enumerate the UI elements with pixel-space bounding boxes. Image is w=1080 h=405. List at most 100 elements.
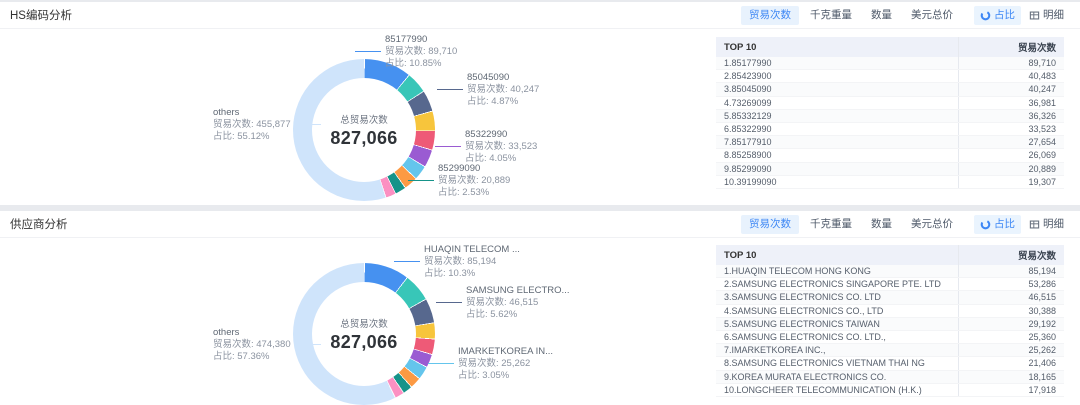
table-row[interactable]: 7.8517791027,654 (716, 136, 1064, 149)
table-row[interactable]: 9.KOREA MURATA ELECTRONICS CO.18,165 (716, 371, 1064, 384)
row-label: 5.SAMSUNG ELECTRONICS TAIWAN (716, 318, 958, 330)
row-value: 26,069 (958, 149, 1064, 161)
row-label: 7.85177910 (716, 136, 958, 148)
table-row[interactable]: 7.IMARKETKOREA INC.,25,262 (716, 344, 1064, 357)
section-title: HS编码分析 (10, 7, 72, 23)
donut-center-value: 827,066 (330, 332, 397, 353)
callout-text: 占比: 3.05% (458, 370, 553, 382)
metric-button-trade-count[interactable]: 贸易次数 (741, 215, 799, 234)
row-value: 25,262 (958, 344, 1064, 356)
row-label: 8.SAMSUNG ELECTRONICS VIETNAM THAI NG (716, 357, 958, 369)
row-label: 4.SAMSUNG ELECTRONICS CO., LTD (716, 305, 958, 317)
pie-view-button[interactable]: 占比 (974, 215, 1021, 234)
metric-button-quantity[interactable]: 数量 (863, 215, 900, 234)
slice-callout: 85322990贸易次数: 33,523占比: 4.05% (465, 129, 537, 165)
metric-button-usd-total[interactable]: 美元总价 (903, 6, 961, 25)
slice-callout: SAMSUNG ELECTRO...贸易次数: 46,515占比: 5.62% (466, 285, 569, 321)
table-row[interactable]: 3.8504509040,247 (716, 83, 1064, 96)
table-row[interactable]: 3.SAMSUNG ELECTRONICS CO. LTD46,515 (716, 291, 1064, 304)
callout-text: 占比: 10.85% (385, 58, 457, 70)
table-header-metric: 贸易次数 (958, 37, 1064, 57)
row-value: 33,523 (958, 123, 1064, 135)
row-value: 25,360 (958, 331, 1064, 343)
table-row[interactable]: 10.3919909019,307 (716, 176, 1064, 189)
row-value: 40,483 (958, 70, 1064, 82)
card-header: 供应商分析 贸易次数 千克重量 数量 美元总价 占比 明细 (0, 211, 1080, 238)
donut-chart[interactable]: 总贸易次数 827,066 (293, 263, 435, 405)
callout-text: 85177990 (385, 34, 457, 46)
row-value: 30,388 (958, 305, 1064, 317)
row-label: 9.85299090 (716, 163, 958, 175)
table-header-rank: TOP 10 (716, 250, 958, 261)
top10-table: TOP 10 贸易次数 1.HUAQIN TELECOM HONG KONG85… (716, 245, 1064, 397)
donut-center: 总贸易次数 827,066 (312, 78, 416, 182)
row-value: 29,192 (958, 318, 1064, 330)
callout-text: 贸易次数: 25,262 (458, 358, 553, 370)
detail-view-button[interactable]: 明细 (1023, 6, 1070, 25)
view-toggle-group: 占比 明细 (974, 6, 1070, 25)
table-row[interactable]: 4.7326909936,981 (716, 97, 1064, 110)
detail-view-button[interactable]: 明细 (1023, 215, 1070, 234)
metric-button-trade-count[interactable]: 贸易次数 (741, 6, 799, 25)
donut-center-label: 总贸易次数 (340, 112, 388, 126)
card-header: HS编码分析 贸易次数 千克重量 数量 美元总价 占比 明细 (0, 2, 1080, 29)
table-header: TOP 10 贸易次数 (716, 245, 1064, 265)
top10-table: TOP 10 贸易次数 1.8517799089,7102.8542390040… (716, 37, 1064, 189)
callout-leader-line (428, 363, 454, 364)
callout-leader-line (394, 261, 420, 262)
metric-button-quantity[interactable]: 数量 (863, 6, 900, 25)
row-label: 3.SAMSUNG ELECTRONICS CO. LTD (716, 291, 958, 303)
callout-leader-line (437, 89, 463, 90)
table-row[interactable]: 5.SAMSUNG ELECTRONICS TAIWAN29,192 (716, 318, 1064, 331)
callout-text: others (213, 107, 291, 119)
supplier-analysis-card: 供应商分析 贸易次数 千克重量 数量 美元总价 占比 明细 (0, 211, 1080, 405)
row-value: 36,981 (958, 97, 1064, 109)
metric-button-kg-weight[interactable]: 千克重量 (802, 215, 860, 234)
callout-text: 贸易次数: 40,247 (467, 84, 539, 96)
table-header: TOP 10 贸易次数 (716, 37, 1064, 57)
row-value: 20,889 (958, 163, 1064, 175)
table-row[interactable]: 1.HUAQIN TELECOM HONG KONG85,194 (716, 265, 1064, 278)
row-value: 17,918 (958, 384, 1064, 396)
table-rows: 1.8517799089,7102.8542390040,4833.850450… (716, 57, 1064, 189)
row-value: 85,194 (958, 265, 1064, 277)
callout-text: 占比: 4.87% (467, 96, 539, 108)
table-row[interactable]: 4.SAMSUNG ELECTRONICS CO., LTD30,388 (716, 305, 1064, 318)
others-callout: others贸易次数: 455,877占比: 55.12% (213, 107, 291, 143)
pie-view-button[interactable]: 占比 (974, 6, 1021, 25)
table-row[interactable]: 2.SAMSUNG ELECTRONICS SINGAPORE PTE. LTD… (716, 278, 1064, 291)
callout-text: IMARKETKOREA IN... (458, 346, 553, 358)
callout-leader-line (295, 344, 321, 345)
table-row[interactable]: 8.8525890026,069 (716, 149, 1064, 162)
callout-text: 占比: 57.36% (213, 351, 291, 363)
callout-text: 贸易次数: 89,710 (385, 46, 457, 58)
table-row[interactable]: 10.LONGCHEER TELECOMMUNICATION (H.K.)17,… (716, 384, 1064, 397)
table-view-icon (1029, 219, 1040, 230)
callout-text: 85322990 (465, 129, 537, 141)
donut-center-label: 总贸易次数 (340, 316, 388, 330)
table-row[interactable]: 6.8532299033,523 (716, 123, 1064, 136)
slice-callout: 85177990贸易次数: 89,710占比: 10.85% (385, 34, 457, 70)
row-label: 3.85045090 (716, 83, 958, 95)
table-row[interactable]: 5.8533212936,326 (716, 110, 1064, 123)
table-row[interactable]: 2.8542390040,483 (716, 70, 1064, 83)
callout-text: 占比: 2.53% (438, 187, 510, 199)
metric-button-kg-weight[interactable]: 千克重量 (802, 6, 860, 25)
row-label: 7.IMARKETKOREA INC., (716, 344, 958, 356)
card-body: 总贸易次数 827,066 HUAQIN TELECOM ...贸易次数: 85… (0, 238, 1080, 404)
row-value: 46,515 (958, 291, 1064, 303)
table-row[interactable]: 1.8517799089,710 (716, 57, 1064, 70)
pie-chart-icon (980, 10, 991, 21)
row-label: 1.HUAQIN TELECOM HONG KONG (716, 265, 958, 277)
table-row[interactable]: 9.8529909020,889 (716, 163, 1064, 176)
row-label: 2.85423900 (716, 70, 958, 82)
metric-button-usd-total[interactable]: 美元总价 (903, 215, 961, 234)
callout-leader-line (436, 302, 462, 303)
row-label: 5.85332129 (716, 110, 958, 122)
callout-text: 占比: 55.12% (213, 131, 291, 143)
table-row[interactable]: 6.SAMSUNG ELECTRONICS CO. LTD.,25,360 (716, 331, 1064, 344)
slice-callout: HUAQIN TELECOM ...贸易次数: 85,194占比: 10.3% (424, 244, 520, 280)
callout-text: 85045090 (467, 72, 539, 84)
callout-text: 贸易次数: 474,380 (213, 339, 291, 351)
table-row[interactable]: 8.SAMSUNG ELECTRONICS VIETNAM THAI NG21,… (716, 357, 1064, 370)
